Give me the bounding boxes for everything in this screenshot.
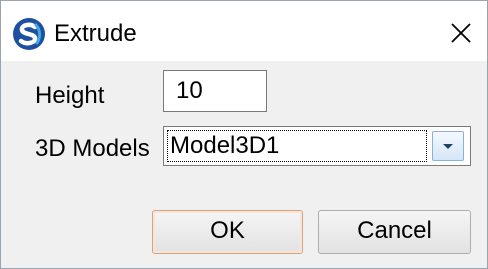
chevron-down-icon bbox=[443, 144, 453, 149]
models-label: 3D Models bbox=[35, 135, 150, 162]
models-selected-value: Model3D1 bbox=[170, 132, 280, 159]
close-icon bbox=[451, 23, 471, 43]
app-logo-icon bbox=[12, 17, 46, 51]
window-title: Extrude bbox=[54, 20, 137, 47]
dropdown-button[interactable] bbox=[432, 131, 464, 161]
ok-button[interactable]: OK bbox=[152, 210, 303, 254]
height-input[interactable] bbox=[163, 70, 267, 112]
title-bar[interactable]: Extrude bbox=[1, 1, 487, 61]
extrude-dialog: Extrude Height 3D Models Model3D1 OK Can… bbox=[0, 0, 488, 269]
models-select[interactable]: Model3D1 bbox=[163, 126, 471, 166]
height-label: Height bbox=[35, 82, 105, 109]
cancel-button[interactable]: Cancel bbox=[318, 210, 471, 254]
close-button[interactable] bbox=[444, 16, 478, 50]
